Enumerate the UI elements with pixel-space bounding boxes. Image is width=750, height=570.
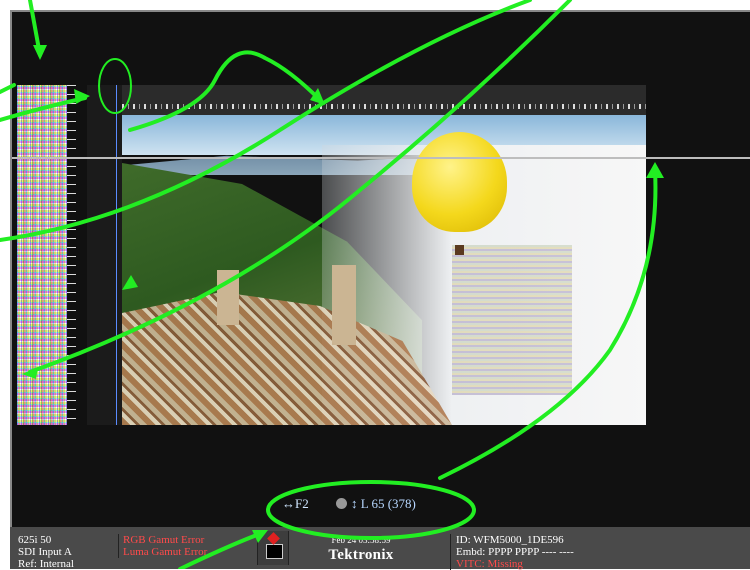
arrowhead bbox=[646, 162, 664, 178]
annotation-arrow bbox=[28, 0, 572, 374]
annotation-arrow bbox=[128, 50, 322, 132]
annotation-overlay bbox=[0, 0, 664, 569]
annotation-circle bbox=[98, 58, 132, 114]
arrowhead bbox=[74, 89, 90, 104]
arrowhead bbox=[33, 45, 47, 60]
arrowhead bbox=[122, 275, 138, 290]
annotation-arrow bbox=[0, 83, 16, 94]
annotation-ellipse bbox=[266, 480, 476, 540]
annotation-arrow bbox=[178, 531, 264, 569]
annotation-arrow bbox=[0, 96, 87, 122]
annotation-arrow bbox=[0, 0, 532, 242]
arrowhead bbox=[22, 367, 38, 379]
annotation-arrow bbox=[438, 168, 658, 480]
